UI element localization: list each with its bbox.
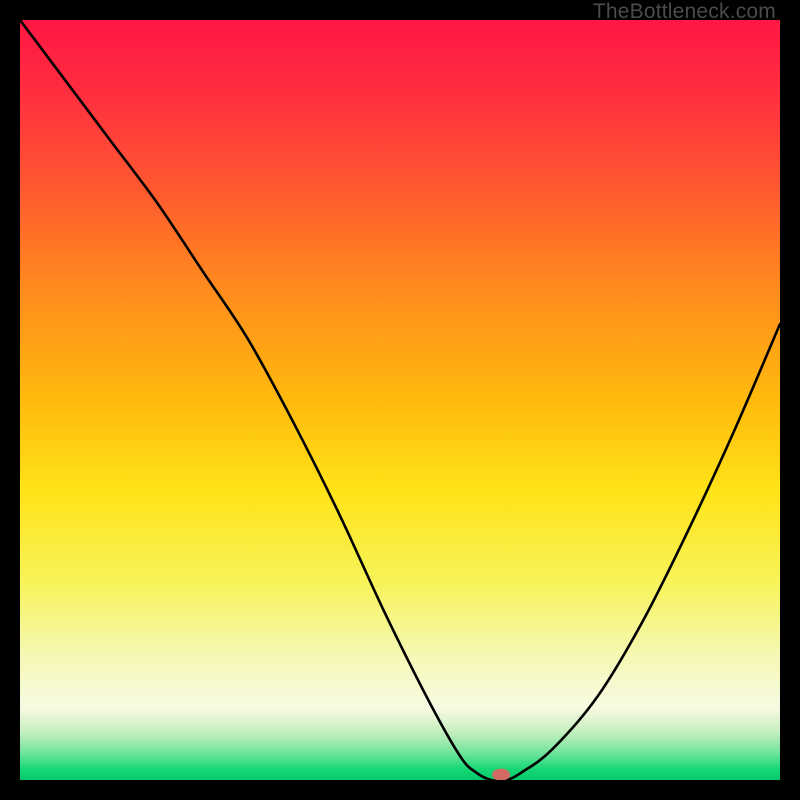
watermark-text: TheBottleneck.com — [593, 0, 776, 24]
plot-area — [20, 20, 780, 780]
gradient-background — [20, 20, 780, 780]
chart-stage: TheBottleneck.com — [0, 0, 800, 800]
bottleneck-curve-chart — [20, 20, 780, 780]
